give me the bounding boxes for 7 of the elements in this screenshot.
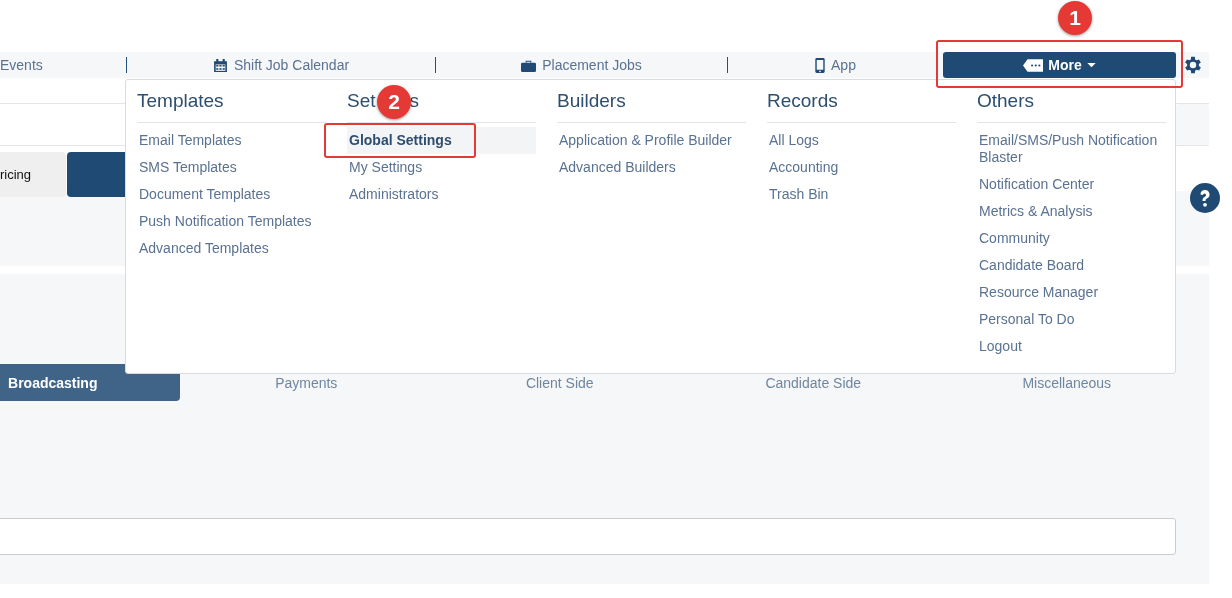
menu-heading: Others [977,90,1035,111]
menu-heading: Records [767,90,838,111]
menu-heading: Templates [137,90,224,111]
menu-heading: Set [347,90,376,111]
step-badge: 1 [1058,1,1092,35]
menu-heading: s [409,90,420,111]
menu-heading: Builders [557,90,626,111]
